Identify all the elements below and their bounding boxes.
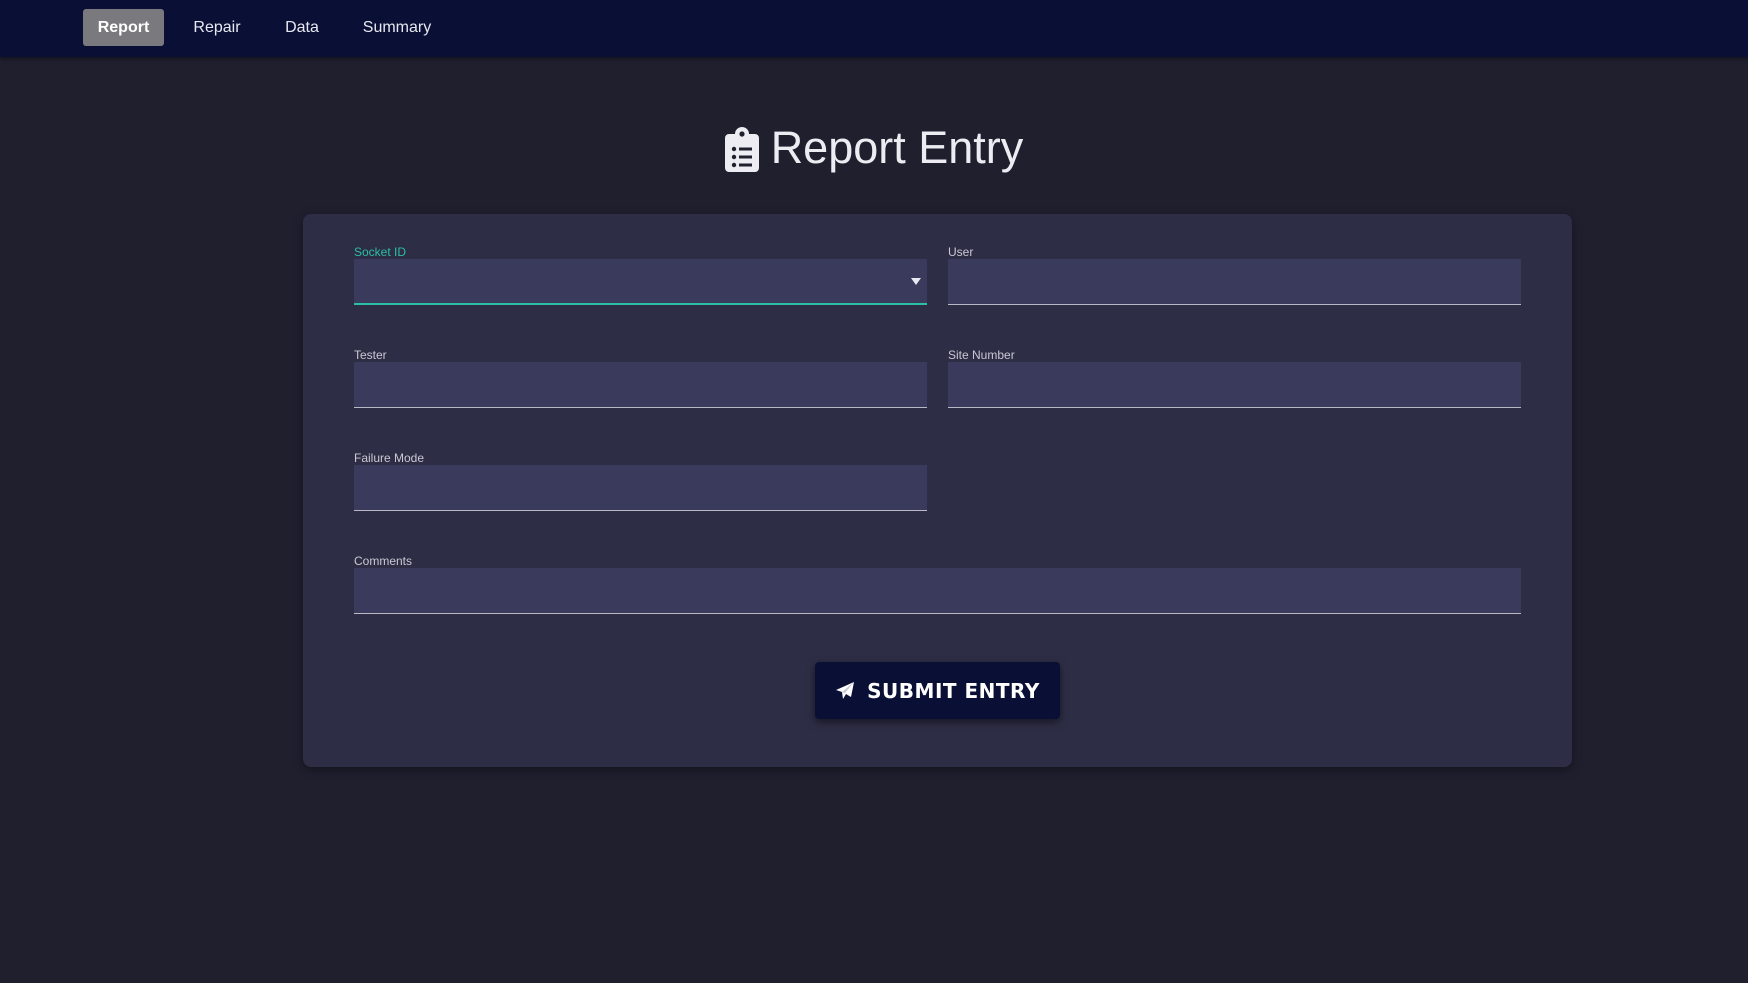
comments-label: Comments — [354, 554, 413, 568]
comments-field: Comments — [354, 554, 1521, 616]
failure-mode-input[interactable] — [354, 465, 927, 511]
page-title: Report Entry — [770, 122, 1024, 173]
submit-entry-label: SUBMIT ENTRY — [867, 678, 1040, 703]
clipboard-list-icon — [724, 127, 759, 172]
failure-mode-label: Failure Mode — [354, 451, 425, 465]
tester-field: Tester — [354, 348, 927, 410]
paper-plane-icon — [836, 681, 855, 699]
page-header: Report Entry — [0, 118, 1748, 178]
nav-tab-data[interactable]: Data — [272, 9, 332, 46]
nav-tab-repair[interactable]: Repair — [181, 9, 253, 46]
top-navbar: Report Repair Data Summary — [0, 0, 1748, 57]
chevron-down-icon[interactable] — [911, 278, 921, 285]
site-number-label: Site Number — [948, 348, 1015, 362]
tester-label: Tester — [354, 348, 387, 362]
user-label: User — [948, 245, 974, 259]
user-field: User — [948, 245, 1521, 307]
report-form-card: Socket ID User Tester Site Number Failur… — [303, 214, 1572, 767]
site-number-field: Site Number — [948, 348, 1521, 410]
tester-input[interactable] — [354, 362, 927, 408]
failure-mode-field: Failure Mode — [354, 451, 927, 513]
socket-id-field: Socket ID — [354, 245, 927, 307]
nav-tab-report[interactable]: Report — [83, 9, 164, 46]
site-number-input[interactable] — [948, 362, 1521, 408]
nav-tab-summary[interactable]: Summary — [352, 9, 442, 46]
user-input[interactable] — [948, 259, 1521, 305]
comments-input[interactable] — [354, 568, 1521, 614]
socket-id-label: Socket ID — [354, 245, 407, 259]
submit-entry-button[interactable]: SUBMIT ENTRY — [815, 662, 1060, 719]
socket-id-select[interactable] — [354, 259, 927, 305]
